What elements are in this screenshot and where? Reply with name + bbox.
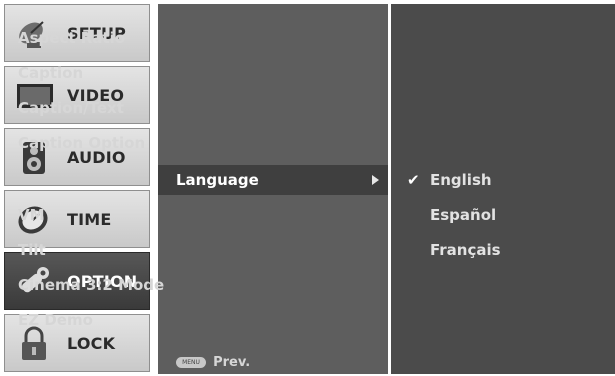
language-submenu-panel — [391, 4, 615, 374]
menu-item-ez-demo[interactable]: EZ Demo — [18, 311, 93, 329]
menu-item-vm[interactable]: VM — [18, 206, 45, 224]
prev-label: Prev. — [213, 355, 251, 370]
menu-item-caption-option[interactable]: Caption Option — [18, 134, 145, 152]
menu-button-icon: MENU — [176, 357, 206, 368]
menu-item-caption-text[interactable]: Caption/Text — [18, 99, 124, 117]
submenu-arrow-icon — [372, 175, 379, 185]
language-option-francais[interactable]: Français — [430, 241, 501, 259]
language-option-espanol[interactable]: Español — [430, 206, 496, 224]
menu-item-caption[interactable]: Caption — [18, 64, 83, 82]
menu-item-tilt[interactable]: Tilt — [18, 241, 46, 259]
tab-lock-label: LOCK — [67, 334, 116, 353]
menu-item-language-label: Language — [176, 171, 259, 189]
checkmark-icon: ✔ — [407, 171, 420, 189]
padlock-icon — [22, 326, 46, 360]
menu-item-aspect-ratio[interactable]: Aspect Ratio — [18, 29, 125, 47]
prev-hint[interactable]: MENU Prev. — [176, 352, 251, 370]
menu-item-cinema-32[interactable]: Cinema 3:2 Mode — [18, 276, 164, 294]
menu-item-language[interactable]: Language — [158, 165, 388, 195]
tab-time-label: TIME — [67, 210, 112, 229]
language-option-english[interactable]: English — [430, 171, 492, 189]
